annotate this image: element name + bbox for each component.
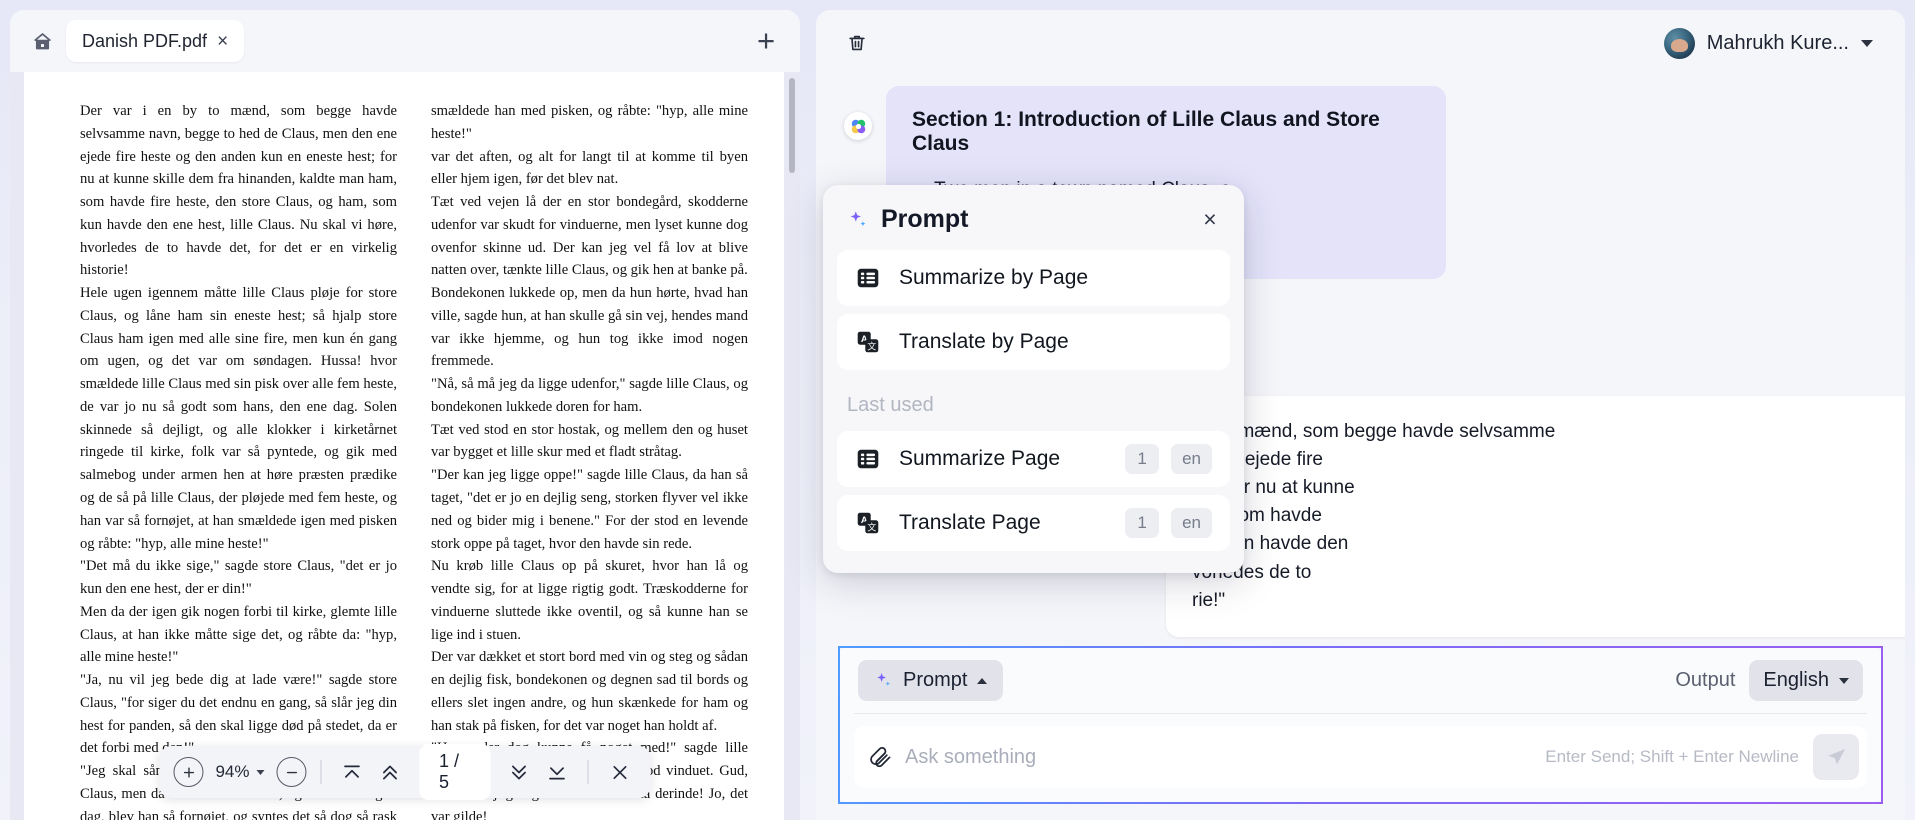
pdf-scrollbar[interactable]	[789, 76, 796, 820]
page-count-badge: 1	[1125, 444, 1160, 474]
zoom-level-selector[interactable]: 94%	[207, 762, 272, 782]
prompt-button[interactable]: Prompt	[858, 660, 1004, 701]
close-icon[interactable]: ×	[1196, 206, 1224, 234]
language-value: English	[1763, 669, 1829, 691]
zoom-in-icon[interactable]	[173, 757, 204, 787]
assistant-avatar-icon	[844, 112, 872, 140]
sparkle-icon	[877, 673, 890, 686]
pdf-toolbar: 94% 1 / 5	[159, 744, 651, 800]
recent-prompt-badges: 1 en	[1125, 508, 1212, 538]
home-icon[interactable]	[24, 23, 60, 59]
svg-text:文: 文	[867, 521, 876, 532]
quote-line: am, som havde	[1192, 505, 1322, 527]
quote-line: by to mænd, som begge havde selvsamme	[1192, 421, 1556, 442]
composer-toolbar: Prompt Output English	[854, 660, 1867, 714]
composer: Prompt Output English Enter Send;	[838, 646, 1883, 804]
translate-icon: A 文	[857, 331, 879, 353]
toolbar-divider	[587, 760, 589, 784]
pdf-page: Der var i en by to mænd, som begge havde…	[24, 72, 784, 820]
quote-line: n ene ejede fire	[1192, 449, 1323, 471]
send-icon	[1827, 748, 1845, 764]
quote-line: est; for nu at kunne	[1192, 477, 1355, 499]
paperclip-icon[interactable]	[868, 746, 891, 769]
zoom-level-value: 94%	[215, 762, 250, 781]
user-name: Mahrukh Kure...	[1706, 31, 1849, 54]
recent-prompt-badges: 1 en	[1125, 444, 1212, 474]
prompt-item-translate-by-page[interactable]: A 文 Translate by Page	[837, 314, 1230, 370]
recent-prompt-label: Summarize Page	[899, 447, 1061, 470]
list-icon	[857, 449, 879, 469]
translate-icon: A 文	[857, 512, 879, 534]
zoom-out-icon[interactable]	[276, 757, 307, 787]
pdf-paragraph: Bondekonen lukkede op, men da hun hørte,…	[431, 285, 748, 370]
document-tab[interactable]: Danish PDF.pdf ×	[66, 20, 245, 62]
language-badge: en	[1171, 508, 1212, 538]
output-language-group: Output English	[1675, 660, 1863, 701]
quote-line: om kun havde den	[1192, 533, 1349, 555]
prev-page-icon[interactable]	[373, 755, 407, 789]
tab-title: Danish PDF.pdf	[82, 30, 208, 51]
pdf-scrollbar-thumb[interactable]	[789, 78, 795, 173]
recent-prompt-summarize-page[interactable]: Summarize Page 1 en	[837, 431, 1230, 487]
chevron-down-icon	[1861, 39, 1873, 47]
first-page-icon[interactable]	[335, 755, 369, 789]
app-root: Danish PDF.pdf × + Der var i en by to mæ…	[0, 0, 1915, 820]
prompt-item-label: Summarize by Page	[899, 266, 1089, 289]
language-selector[interactable]: English	[1749, 660, 1863, 701]
pdf-pane: Danish PDF.pdf × + Der var i en by to mæ…	[10, 10, 800, 820]
section-label-last-used: Last used	[847, 394, 934, 416]
trash-icon[interactable]	[838, 24, 876, 62]
next-page-icon[interactable]	[502, 755, 536, 789]
assistant-header: Mahrukh Kure...	[816, 10, 1905, 76]
recent-prompt-label: Translate Page	[899, 511, 1041, 534]
chevron-up-icon	[977, 677, 988, 684]
close-icon[interactable]	[603, 755, 637, 789]
pdf-paragraph: Hele ugen igennem måtte lille Claus pløj…	[80, 285, 397, 552]
last-page-icon[interactable]	[540, 755, 574, 789]
pdf-text-columns: Der var i en by to mænd, som begge havde…	[80, 100, 748, 820]
recent-prompt-translate-page[interactable]: A 文 Translate Page 1 en	[837, 495, 1230, 551]
close-icon[interactable]: ×	[217, 32, 228, 51]
pdf-paragraph: var det aften, og alt for langt til at k…	[431, 148, 748, 188]
send-button[interactable]	[1813, 734, 1859, 780]
new-tab-button[interactable]: +	[746, 21, 786, 61]
language-badge: en	[1171, 444, 1212, 474]
sparkle-icon	[850, 210, 866, 226]
pdf-paragraph: Men da der igen gik nogen forbi til kirk…	[80, 603, 397, 666]
quote-line: vorledes de to	[1192, 561, 1312, 583]
prompt-popover: Prompt × Summarize by Page A 文 Translate…	[823, 185, 1244, 573]
popover-header: Prompt ×	[837, 201, 1230, 250]
chevron-down-icon	[1839, 677, 1849, 684]
list-icon	[857, 268, 879, 288]
pdf-paragraph: Nu krøb lille Claus op på skuret, hvor h…	[431, 558, 748, 643]
ask-input[interactable]	[905, 745, 1532, 769]
tab-bar: Danish PDF.pdf × +	[10, 10, 800, 72]
composer-input-row: Enter Send; Shift + Enter Newline	[854, 726, 1867, 788]
send-hint: Enter Send; Shift + Enter Newline	[1545, 747, 1799, 766]
avatar	[1663, 27, 1695, 59]
pdf-paragraph: "Nå, så må jeg da ligge udenfor," sagde …	[431, 376, 748, 415]
prompt-button-label: Prompt	[903, 669, 968, 691]
pdf-paragraph: Der var i en by to mænd, som begge havde…	[80, 103, 397, 279]
pdf-paragraph: Tæt ved stod en stor hostak, og mellem d…	[431, 421, 748, 461]
user-menu[interactable]: Mahrukh Kure...	[1660, 24, 1883, 63]
prompt-item-summarize-by-page[interactable]: Summarize by Page	[837, 250, 1230, 306]
pdf-viewport[interactable]: Der var i en by to mænd, som begge havde…	[10, 72, 800, 820]
page-count-badge: 1	[1125, 508, 1160, 538]
pdf-paragraph: "Det må du ikke sige," sagde store Claus…	[80, 558, 397, 598]
svg-text:文: 文	[867, 340, 876, 351]
pdf-paragraph: "Der kan jeg ligge oppe!" sagde lille Cl…	[431, 467, 748, 552]
chevron-down-icon	[256, 769, 265, 775]
prompt-item-label: Translate by Page	[899, 330, 1069, 353]
summary-heading: Section 1: Introduction of Lille Claus a…	[912, 108, 1380, 155]
pdf-paragraph: Der var dækket et stort bord med vin og …	[431, 649, 748, 734]
popover-title: Prompt	[881, 205, 969, 233]
quote-line: rie!"	[1192, 589, 1226, 611]
toolbar-divider	[320, 760, 322, 784]
pdf-paragraph: Tæt ved vejen lå der en stor bondegård, …	[431, 194, 748, 279]
output-label: Output	[1675, 669, 1736, 691]
page-indicator[interactable]: 1 / 5	[419, 744, 491, 800]
translation-bubble: by to mænd, som begge havde selvsamme n …	[1166, 396, 1905, 637]
